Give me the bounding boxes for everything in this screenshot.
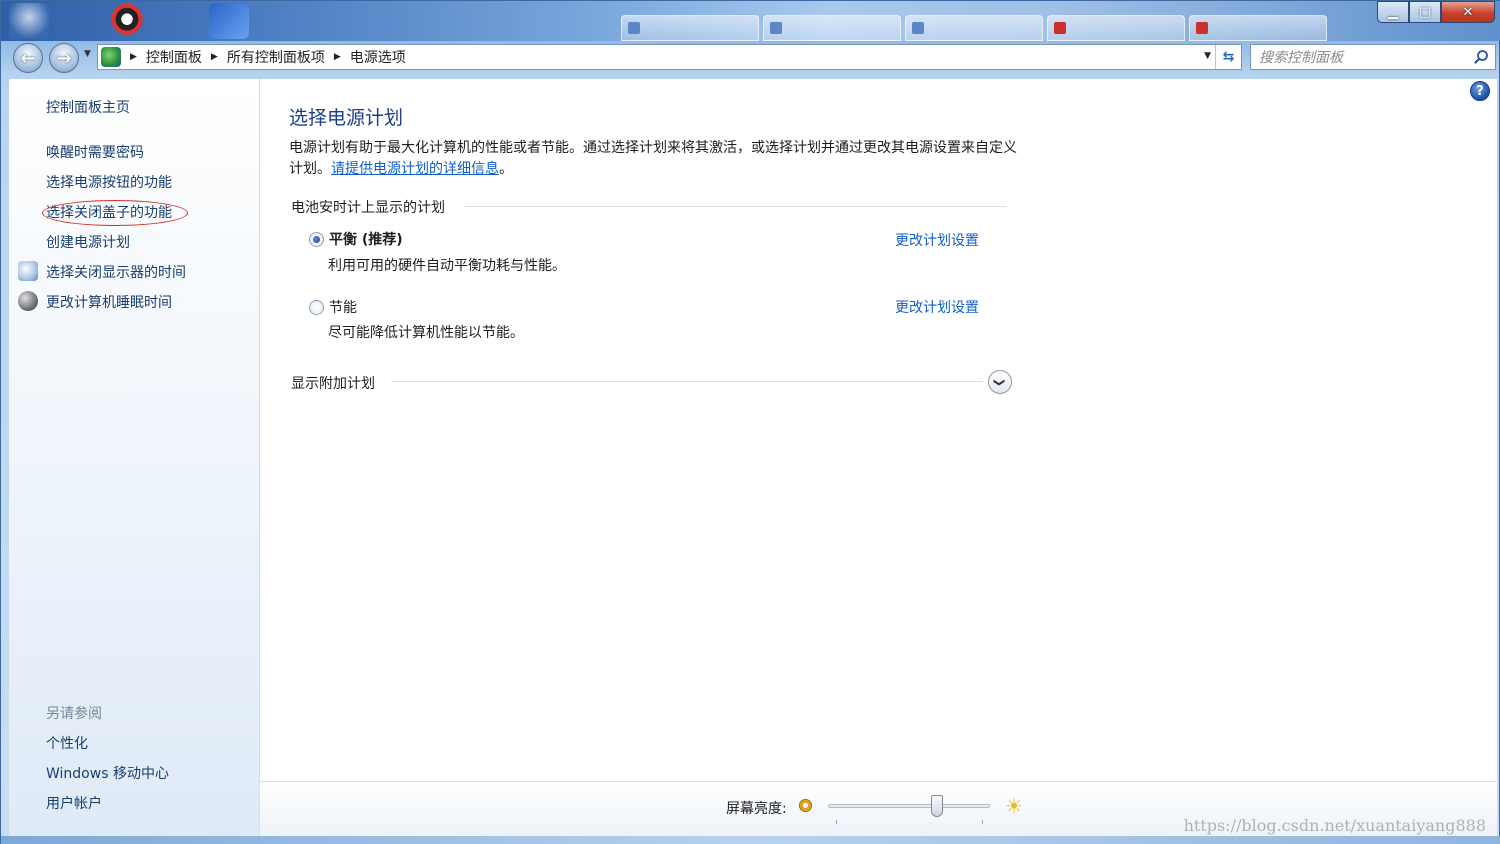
window-bottom-edge: [1, 836, 1500, 844]
brightness-slider-thumb[interactable]: [930, 795, 943, 817]
dim-brightness-icon: [799, 799, 812, 812]
background-tab: [1189, 15, 1327, 41]
brightness-label: 屏幕亮度:: [726, 801, 787, 817]
minimize-button[interactable]: ▁: [1377, 1, 1409, 23]
plan-balanced-desc: 利用可用的硬件自动平衡功耗与性能。: [328, 258, 566, 274]
app-icon: [209, 3, 249, 39]
moon-icon: [18, 291, 38, 311]
breadcrumb-power-options[interactable]: 电源选项: [350, 47, 406, 67]
chevron-down-icon: ❯: [993, 377, 1007, 387]
plan-power-saver-name[interactable]: 节能: [329, 297, 357, 317]
search-input[interactable]: 搜索控制面板: [1250, 44, 1496, 70]
back-button[interactable]: ←: [13, 43, 43, 73]
plan-details-link[interactable]: 请提供电源计划的详细信息: [331, 161, 499, 177]
additional-plans-heading[interactable]: 显示附加计划: [291, 373, 375, 393]
sidebar-item-mobility-center[interactable]: Windows 移动中心: [46, 763, 169, 783]
sidebar-item-create-plan[interactable]: 创建电源计划: [46, 232, 130, 252]
favicon-icon: [912, 22, 924, 34]
favicon-icon: [1054, 22, 1066, 34]
plan-power-saver-settings-link[interactable]: 更改计划设置: [895, 297, 979, 317]
favicon-icon: [1196, 22, 1208, 34]
search-placeholder: 搜索控制面板: [1259, 50, 1343, 66]
page-title: 选择电源计划: [289, 107, 404, 129]
plan-power-saver-desc: 尽可能降低计算机性能以节能。: [328, 325, 524, 341]
task-pane: 控制面板主页 唤醒时需要密码 选择电源按钮的功能 选择关闭盖子的功能 创建电源计…: [9, 79, 260, 836]
navigation-bar: ← → ▼ ▶ 控制面板 ▶ 所有控制面板项 ▶ 电源选项 ▼ ⇆ 搜索控制面板: [9, 41, 1497, 73]
background-tab: [621, 15, 759, 41]
monitor-icon: [18, 261, 38, 281]
annotation-circle: [42, 200, 188, 226]
background-tab: [763, 15, 901, 41]
recent-pages-dropdown[interactable]: ▼: [84, 49, 91, 59]
breadcrumb-all-items[interactable]: 所有控制面板项: [227, 47, 325, 67]
brightness-bar: 屏幕亮度: ☀ https://blog.csdn.net/xuantaiyan…: [260, 781, 1497, 836]
plans-group-heading: 电池安时计上显示的计划: [291, 200, 445, 216]
breadcrumb-separator[interactable]: ▶: [130, 52, 137, 62]
qq-penguin-icon: [107, 3, 147, 39]
breadcrumb-separator[interactable]: ▶: [211, 52, 218, 62]
maximize-button[interactable]: □: [1409, 1, 1441, 23]
address-bar[interactable]: ▶ 控制面板 ▶ 所有控制面板项 ▶ 电源选项 ▼ ⇆: [97, 44, 1242, 70]
background-browser-tabs: [621, 15, 1327, 41]
plan-power-saver-radio[interactable]: [309, 300, 324, 315]
desktop-icon: [9, 3, 49, 39]
sidebar-item-home[interactable]: 控制面板主页: [46, 97, 130, 117]
main-content: ? 选择电源计划 电源计划有助于最大化计算机的性能或者节能。通过选择计划来将其激…: [260, 79, 1497, 781]
close-button[interactable]: ✕: [1441, 1, 1495, 23]
plan-balanced-name[interactable]: 平衡 (推荐): [329, 229, 403, 249]
refresh-button[interactable]: ⇆: [1215, 45, 1241, 69]
expand-additional-plans-button[interactable]: ❯: [988, 370, 1012, 394]
plan-balanced-radio[interactable]: [309, 232, 324, 247]
bright-sun-icon: ☀: [1005, 794, 1023, 818]
search-icon[interactable]: [1473, 49, 1489, 65]
divider: [391, 381, 983, 382]
background-tab: [905, 15, 1043, 41]
favicon-icon: [628, 22, 640, 34]
watermark: https://blog.csdn.net/xuantaiyang888: [1183, 816, 1486, 835]
page-description: 电源计划有助于最大化计算机的性能或者节能。通过选择计划来将其激活，或选择计划并通…: [289, 140, 1017, 177]
window-controls: ▁ □ ✕: [1377, 1, 1495, 25]
sidebar-item-wakeup-password[interactable]: 唤醒时需要密码: [46, 142, 144, 162]
brightness-slider[interactable]: [828, 804, 990, 808]
breadcrumb-control-panel[interactable]: 控制面板: [146, 47, 202, 67]
breadcrumb-separator[interactable]: ▶: [334, 52, 341, 62]
control-panel-icon: [101, 47, 121, 67]
sidebar-item-sleep-time[interactable]: 更改计算机睡眠时间: [46, 292, 172, 312]
sidebar-item-user-accounts[interactable]: 用户帐户: [46, 793, 102, 813]
sidebar-item-power-button[interactable]: 选择电源按钮的功能: [46, 172, 172, 192]
help-icon[interactable]: ?: [1470, 81, 1490, 101]
slider-tick: [982, 820, 983, 824]
breadcrumb: ▶ 控制面板 ▶ 所有控制面板项 ▶ 电源选项: [121, 47, 406, 67]
plan-balanced-settings-link[interactable]: 更改计划设置: [895, 230, 979, 250]
sidebar-item-personalization[interactable]: 个性化: [46, 733, 88, 753]
background-tab: [1047, 15, 1185, 41]
title-bar[interactable]: ▁ □ ✕: [1, 1, 1500, 41]
see-also-heading: 另请参阅: [46, 706, 102, 722]
favicon-icon: [770, 22, 782, 34]
address-dropdown-icon[interactable]: ▼: [1204, 51, 1211, 61]
control-panel-window: ▁ □ ✕ ← → ▼ ▶ 控制面板 ▶ 所有控制面板项 ▶ 电源选项 ▼ ⇆ …: [0, 0, 1500, 844]
sidebar-item-display-off[interactable]: 选择关闭显示器的时间: [46, 262, 186, 282]
divider: [465, 206, 1006, 207]
forward-button[interactable]: →: [49, 43, 79, 73]
slider-tick: [836, 820, 837, 824]
